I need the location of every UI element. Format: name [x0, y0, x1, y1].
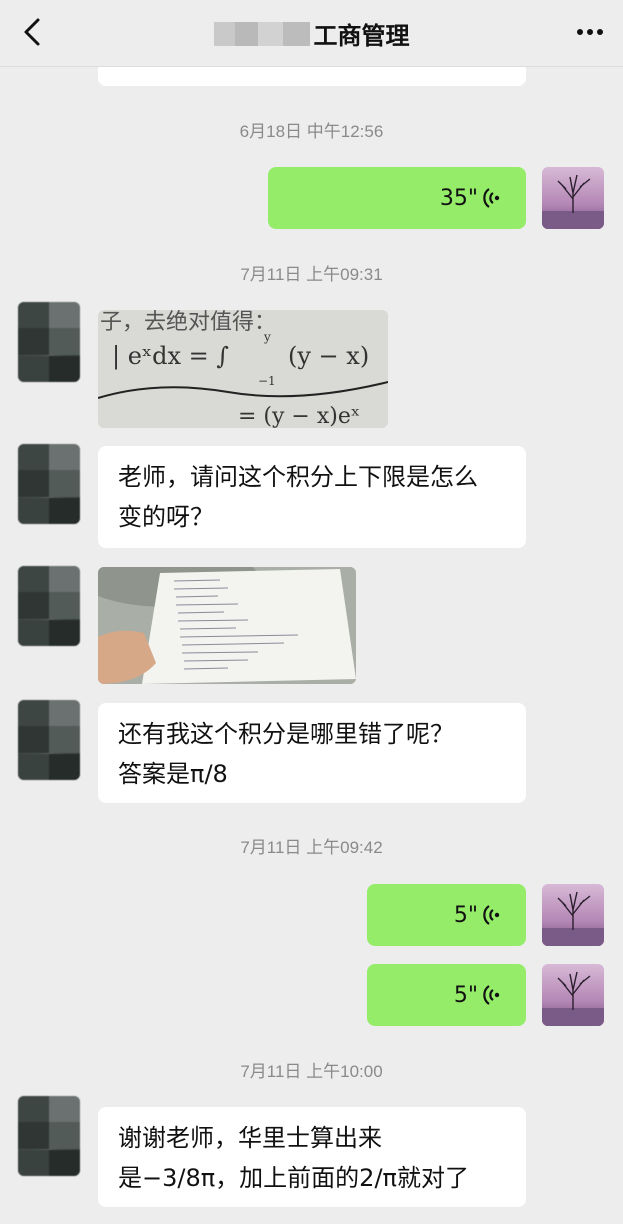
message-timestamp: 7月11日 上午10:00 — [240, 1062, 383, 1081]
voice-wave-icon — [483, 985, 500, 1005]
voice-wave-icon — [483, 188, 500, 208]
contact-avatar[interactable] — [18, 566, 80, 646]
message-timestamp: 7月11日 上午09:31 — [240, 265, 383, 284]
message-line: 还有我这个积分是哪里错了呢？ — [118, 720, 454, 748]
contact-avatar[interactable] — [18, 302, 80, 382]
self-avatar[interactable] — [542, 964, 604, 1026]
math-line-2: | eˣdx = ∫ — [112, 342, 229, 370]
incoming-text-bubble[interactable]: 老师，请问这个积分上下限是怎么 变的呀？ — [98, 446, 526, 548]
chat-title: 工商管理 — [0, 16, 623, 50]
math-line-3: = (y − x)eˣ — [238, 404, 361, 428]
message-line: 是−3/8π，加上前面的2/π就对了 — [118, 1164, 469, 1192]
chat-title-text: 工商管理 — [313, 22, 410, 50]
voice-duration: 5" — [453, 902, 478, 928]
voice-message-bubble[interactable]: 5" — [367, 884, 526, 946]
message-line: 答案是π/8 — [118, 760, 228, 788]
notes-photo-image[interactable] — [98, 567, 356, 684]
math-lower-limit: −1 — [258, 374, 276, 388]
math-formula-image[interactable]: 子，去绝对值得： | eˣdx = ∫ y −1 (y − x) = (y − … — [98, 310, 388, 428]
voice-duration: 35" — [439, 185, 478, 211]
message-line: 变的呀？ — [118, 503, 214, 531]
message-line: 老师，请问这个积分上下限是怎么 — [118, 463, 478, 491]
contact-avatar[interactable] — [18, 444, 80, 524]
more-options-icon[interactable] — [573, 20, 607, 44]
voice-message-bubble[interactable]: 5" — [367, 964, 526, 1026]
voice-message-bubble[interactable]: 35" — [268, 167, 526, 229]
message-timestamp: 7月11日 上午09:42 — [240, 838, 383, 857]
self-avatar[interactable] — [542, 884, 604, 946]
math-line-1: 子，去绝对值得： — [100, 310, 277, 335]
contact-avatar[interactable] — [18, 1096, 80, 1176]
voice-wave-icon — [483, 905, 500, 925]
incoming-text-bubble[interactable]: 谢谢老师，华里士算出来 是−3/8π，加上前面的2/π就对了 — [98, 1107, 526, 1207]
chat-header: 工商管理 — [0, 0, 623, 67]
incoming-text-bubble[interactable]: 还有我这个积分是哪里错了呢？ 答案是π/8 — [98, 703, 526, 803]
blurred-contact-name — [213, 21, 310, 46]
message-line: 谢谢老师，华里士算出来 — [118, 1124, 382, 1152]
math-line-2b: (y − x) — [288, 342, 370, 370]
self-avatar[interactable] — [542, 167, 604, 229]
message-timestamp: 6月18日 中午12:56 — [239, 122, 384, 141]
math-upper-limit: y — [264, 330, 271, 344]
contact-avatar[interactable] — [18, 700, 80, 780]
voice-duration: 5" — [453, 982, 478, 1008]
